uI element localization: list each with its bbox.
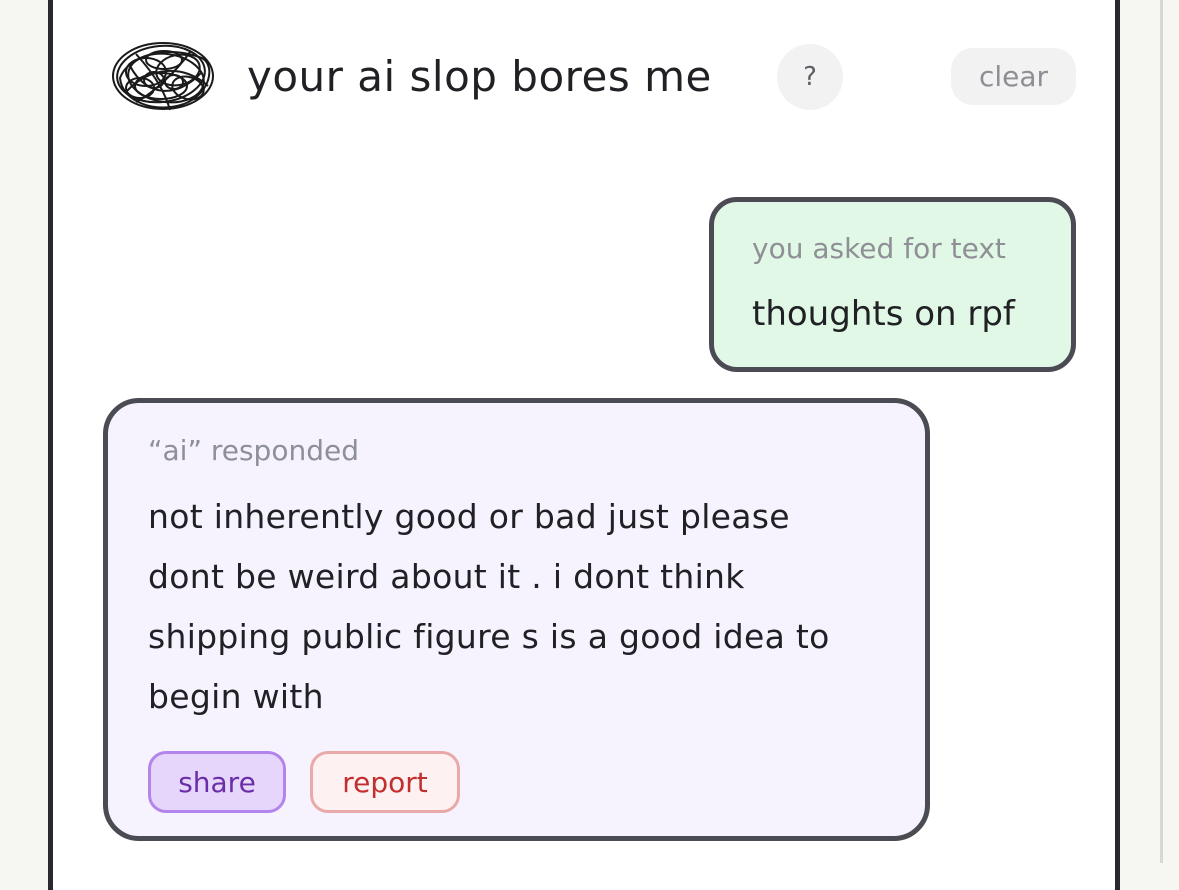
- app-title: your ai slop bores me: [247, 52, 712, 101]
- help-button[interactable]: ?: [777, 44, 843, 110]
- report-button[interactable]: report: [310, 751, 460, 813]
- scribble-logo-icon: [106, 36, 220, 116]
- share-button[interactable]: share: [148, 751, 286, 813]
- ai-response-label: “ai” responded: [148, 434, 359, 467]
- ai-response-bubble: “ai” responded not inherently good or ba…: [103, 398, 930, 841]
- user-message-label: you asked for text: [752, 232, 1006, 265]
- page-scroll-edge: [1160, 0, 1179, 863]
- clear-button[interactable]: clear: [951, 48, 1076, 105]
- user-message-text: thoughts on rpf: [752, 294, 1015, 334]
- user-message-bubble: you asked for text thoughts on rpf: [709, 197, 1076, 372]
- ai-response-text: not inherently good or bad just please d…: [148, 497, 830, 716]
